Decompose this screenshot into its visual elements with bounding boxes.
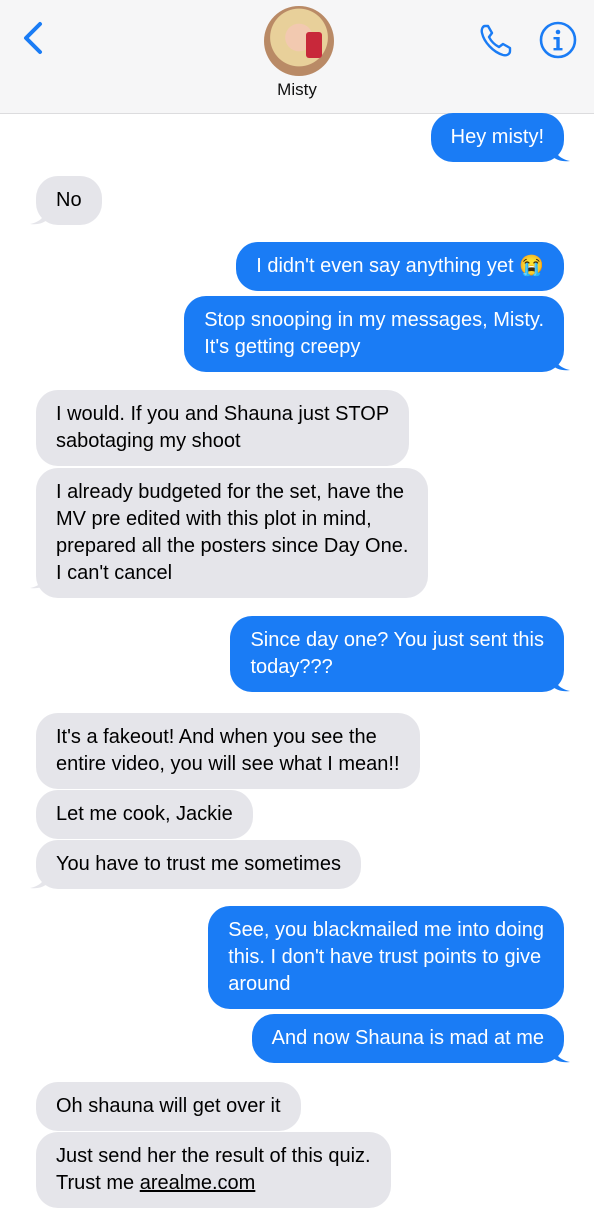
message-bubble-incoming[interactable]: It's a fakeout! And when you see the ent… bbox=[36, 713, 420, 789]
message-text: I already budgeted for the set, have the… bbox=[56, 481, 409, 584]
bubble-tail-incoming bbox=[30, 570, 48, 589]
message-bubble-incoming[interactable]: You have to trust me sometimes bbox=[36, 840, 361, 889]
message-bubble-incoming[interactable]: I already budgeted for the set, have the… bbox=[36, 468, 429, 598]
bubble-tail-incoming bbox=[30, 206, 48, 225]
message-bubble-incoming[interactable]: Let me cook, Jackie bbox=[36, 790, 253, 839]
message-text: Hey misty! bbox=[450, 126, 544, 148]
message-text: See, you blackmailed me into doing this.… bbox=[228, 919, 544, 995]
message-bubble-outgoing[interactable]: Hey misty! bbox=[430, 113, 564, 162]
message-text: I would. If you and Shauna just STOP sab… bbox=[56, 403, 390, 452]
message-text: I didn't even say anything yet 😭 bbox=[256, 255, 544, 277]
message-text: Let me cook, Jackie bbox=[56, 803, 233, 825]
message-list[interactable]: Hey misty! No I didn't even say anything… bbox=[0, 0, 594, 1208]
message-bubble-outgoing[interactable]: I didn't even say anything yet 😭 bbox=[236, 242, 564, 291]
message-text: And now Shauna is mad at me bbox=[271, 1027, 544, 1049]
message-bubble-incoming[interactable]: Just send her the result of this quiz. T… bbox=[36, 1132, 391, 1208]
bubble-tail-incoming bbox=[30, 870, 48, 889]
message-link[interactable]: arealme.com bbox=[140, 1172, 256, 1194]
bubble-tail-outgoing bbox=[552, 673, 570, 692]
message-text: Since day one? You just sent this today?… bbox=[250, 629, 544, 678]
message-text: You have to trust me sometimes bbox=[56, 853, 341, 875]
message-bubble-outgoing[interactable]: Stop snooping in my messages, Misty. It'… bbox=[184, 296, 564, 372]
message-text: Stop snooping in my messages, Misty. It'… bbox=[204, 309, 544, 358]
bubble-tail-outgoing bbox=[552, 352, 570, 371]
message-bubble-outgoing[interactable]: Since day one? You just sent this today?… bbox=[230, 616, 564, 692]
message-bubble-incoming[interactable]: I would. If you and Shauna just STOP sab… bbox=[36, 390, 410, 466]
message-bubble-incoming[interactable]: Oh shauna will get over it bbox=[36, 1082, 301, 1131]
message-bubble-outgoing[interactable]: And now Shauna is mad at me bbox=[251, 1014, 564, 1063]
message-text: No bbox=[56, 189, 82, 211]
message-text: Oh shauna will get over it bbox=[56, 1095, 281, 1117]
message-bubble-outgoing[interactable]: See, you blackmailed me into doing this.… bbox=[208, 906, 564, 1009]
message-text: It's a fakeout! And when you see the ent… bbox=[56, 726, 400, 775]
bubble-tail-outgoing bbox=[552, 143, 570, 162]
bubble-tail-outgoing bbox=[552, 1044, 570, 1063]
